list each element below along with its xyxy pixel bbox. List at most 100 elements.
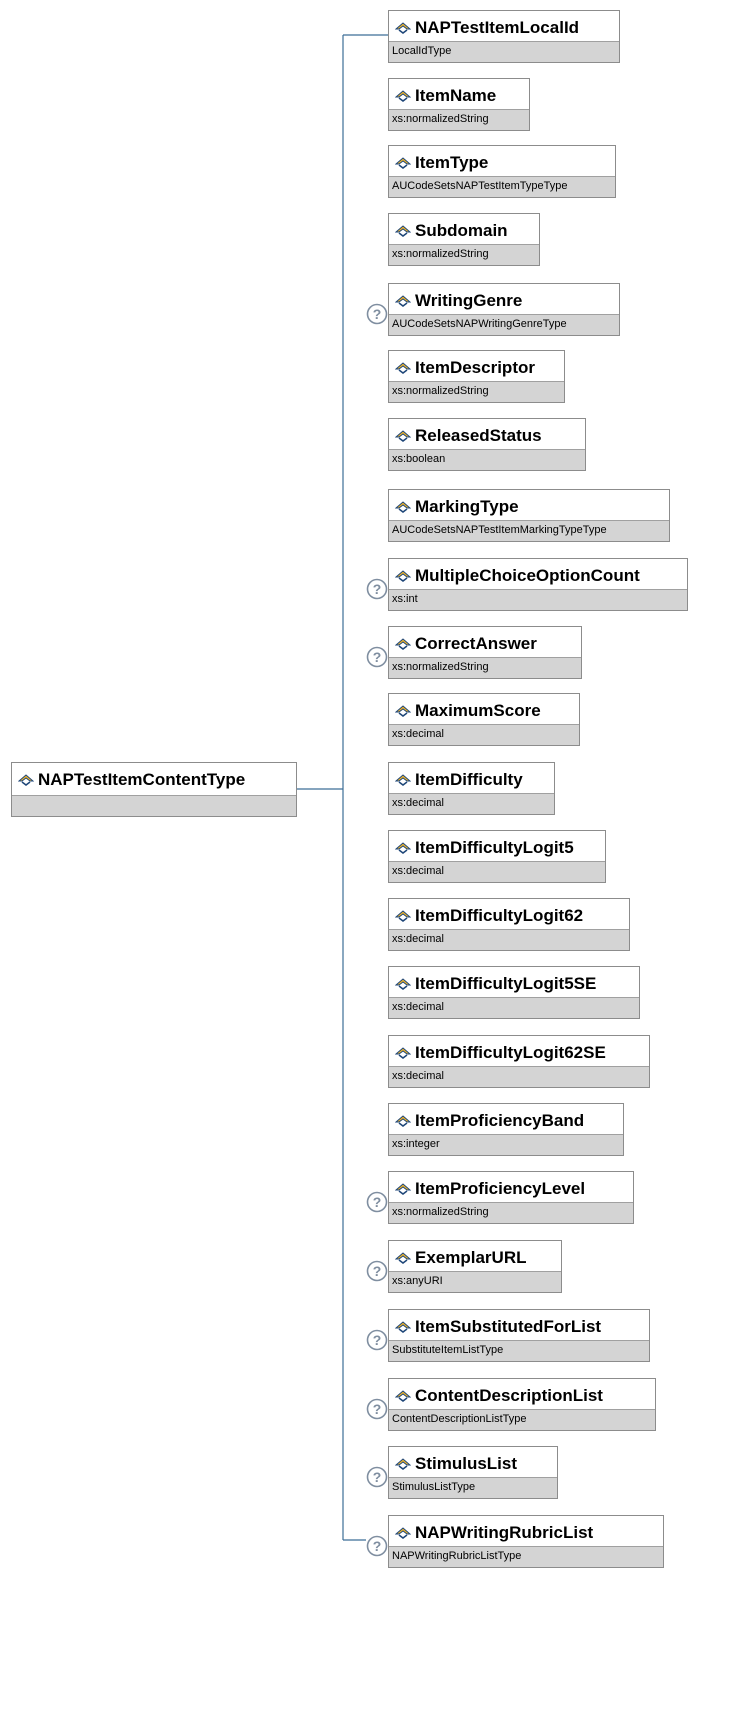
element-name: MaximumScore [415, 700, 541, 720]
element-diamond-icon [395, 704, 411, 717]
question-mark-icon: ? [366, 1329, 388, 1351]
element-name: StimulusList [415, 1453, 518, 1473]
element-name-row: ReleasedStatus [389, 419, 585, 452]
svg-text:?: ? [373, 1194, 382, 1210]
element-name: MultipleChoiceOptionCount [415, 565, 640, 585]
element-name-row: ItemDifficultyLogit5SE [389, 967, 639, 1000]
root-type-name-row: NAPTestItemContentType [12, 763, 296, 796]
root-type-bar [12, 795, 296, 816]
element-type: AUCodeSetsNAPTestItemTypeType [389, 176, 615, 197]
element-box[interactable]: ItemType AUCodeSetsNAPTestItemTypeType [388, 145, 616, 198]
element-name: ItemDifficultyLogit62SE [415, 1042, 606, 1062]
element-box[interactable]: MultipleChoiceOptionCount xs:int [388, 558, 688, 611]
element-diamond-icon [395, 361, 411, 374]
element-box[interactable]: ItemDescriptor xs:normalizedString [388, 350, 565, 403]
element-diamond-icon [395, 1114, 411, 1127]
element-name: ItemDescriptor [415, 357, 535, 377]
element-box[interactable]: ReleasedStatus xs:boolean [388, 418, 586, 471]
element-diamond-icon [395, 21, 411, 34]
element-name: ItemType [415, 152, 489, 172]
element-name-row: ItemType [389, 146, 615, 179]
element-type: xs:normalizedString [389, 381, 564, 402]
schema-diagram: NAPTestItemContentType NAPTestItemLocalI… [0, 0, 756, 1734]
element-box[interactable]: ExemplarURL xs:anyURI [388, 1240, 562, 1293]
element-name: NAPTestItemLocalId [415, 17, 580, 37]
element-name-row: ItemProficiencyLevel [389, 1172, 633, 1205]
element-box[interactable]: ItemName xs:normalizedString [388, 78, 530, 131]
element-name-row: Subdomain [389, 214, 539, 247]
element-box[interactable]: MarkingType AUCodeSetsNAPTestItemMarkingT… [388, 489, 670, 542]
element-type: AUCodeSetsNAPWritingGenreType [389, 314, 619, 335]
element-diamond-icon [395, 1526, 411, 1539]
element-box[interactable]: NAPTestItemLocalId LocalIdType [388, 10, 620, 63]
element-type: NAPWritingRubricListType [389, 1546, 663, 1567]
element-box[interactable]: ItemDifficultyLogit5 xs:decimal [388, 830, 606, 883]
element-name: NAPWritingRubricList [415, 1522, 594, 1542]
element-type: xs:normalizedString [389, 244, 539, 265]
question-mark-icon: ? [366, 303, 388, 325]
question-mark-icon: ? [366, 646, 388, 668]
element-name-row: ItemProficiencyBand [389, 1104, 623, 1137]
svg-text:?: ? [373, 1538, 382, 1554]
element-name-row: NAPWritingRubricList [389, 1516, 663, 1549]
element-name: ExemplarURL [415, 1247, 527, 1267]
element-name: WritingGenre [415, 290, 523, 310]
element-name-row: ItemDifficulty [389, 763, 554, 796]
element-box[interactable]: NAPWritingRubricList NAPWritingRubricList… [388, 1515, 664, 1568]
element-box[interactable]: ItemDifficulty xs:decimal [388, 762, 555, 815]
element-type: xs:decimal [389, 724, 579, 745]
element-box[interactable]: ItemSubstitutedForList SubstituteItemList… [388, 1309, 650, 1362]
element-name-row: WritingGenre [389, 284, 619, 317]
element-type: xs:boolean [389, 449, 585, 470]
svg-text:?: ? [373, 306, 382, 322]
element-box[interactable]: MaximumScore xs:decimal [388, 693, 580, 746]
svg-text:?: ? [373, 1263, 382, 1279]
element-type: ContentDescriptionListType [389, 1409, 655, 1430]
element-name-row: ItemName [389, 79, 529, 112]
element-name-row: CorrectAnswer [389, 627, 581, 660]
element-box[interactable]: ItemDifficultyLogit5SE xs:decimal [388, 966, 640, 1019]
element-box[interactable]: CorrectAnswer xs:normalizedString [388, 626, 582, 679]
element-box[interactable]: ItemProficiencyLevel xs:normalizedString [388, 1171, 634, 1224]
element-type: xs:decimal [389, 929, 629, 950]
element-diamond-icon [395, 637, 411, 650]
element-diamond-icon [395, 1389, 411, 1402]
element-type: xs:decimal [389, 793, 554, 814]
element-type: LocalIdType [389, 41, 619, 62]
element-diamond-icon [395, 89, 411, 102]
element-name: ItemDifficulty [415, 769, 523, 789]
element-name: ItemProficiencyBand [415, 1110, 585, 1130]
element-box[interactable]: ContentDescriptionList ContentDescription… [388, 1378, 656, 1431]
element-type: StimulusListType [389, 1477, 557, 1498]
element-name-row: StimulusList [389, 1447, 557, 1480]
element-box[interactable]: ItemDifficultyLogit62SE xs:decimal [388, 1035, 650, 1088]
svg-text:?: ? [373, 1332, 382, 1348]
element-box[interactable]: Subdomain xs:normalizedString [388, 213, 540, 266]
root-type-name: NAPTestItemContentType [38, 769, 246, 789]
element-diamond-icon [395, 500, 411, 513]
element-name-row: ItemSubstitutedForList [389, 1310, 649, 1343]
element-type: xs:int [389, 589, 687, 610]
element-name-row: ContentDescriptionList [389, 1379, 655, 1412]
element-box[interactable]: ItemDifficultyLogit62 xs:decimal [388, 898, 630, 951]
element-type: xs:decimal [389, 997, 639, 1018]
element-box[interactable]: StimulusList StimulusListType [388, 1446, 558, 1499]
element-name-row: ItemDifficultyLogit62SE [389, 1036, 649, 1069]
element-diamond-icon [395, 1457, 411, 1470]
svg-text:?: ? [373, 649, 382, 665]
element-diamond-icon [395, 429, 411, 442]
question-mark-icon: ? [366, 1191, 388, 1213]
element-name-row: NAPTestItemLocalId [389, 11, 619, 44]
element-box[interactable]: ItemProficiencyBand xs:integer [388, 1103, 624, 1156]
element-type: xs:normalizedString [389, 657, 581, 678]
element-diamond-icon [395, 773, 411, 786]
element-diamond-icon [395, 977, 411, 990]
root-type-box[interactable]: NAPTestItemContentType [11, 762, 297, 817]
element-box[interactable]: WritingGenre AUCodeSetsNAPWritingGenreTyp… [388, 283, 620, 336]
element-name: Subdomain [415, 220, 508, 240]
element-diamond-icon [395, 1251, 411, 1264]
element-name: ItemProficiencyLevel [415, 1178, 586, 1198]
element-name-row: ItemDescriptor [389, 351, 564, 384]
element-type: xs:decimal [389, 1066, 649, 1087]
element-name-row: MultipleChoiceOptionCount [389, 559, 687, 592]
